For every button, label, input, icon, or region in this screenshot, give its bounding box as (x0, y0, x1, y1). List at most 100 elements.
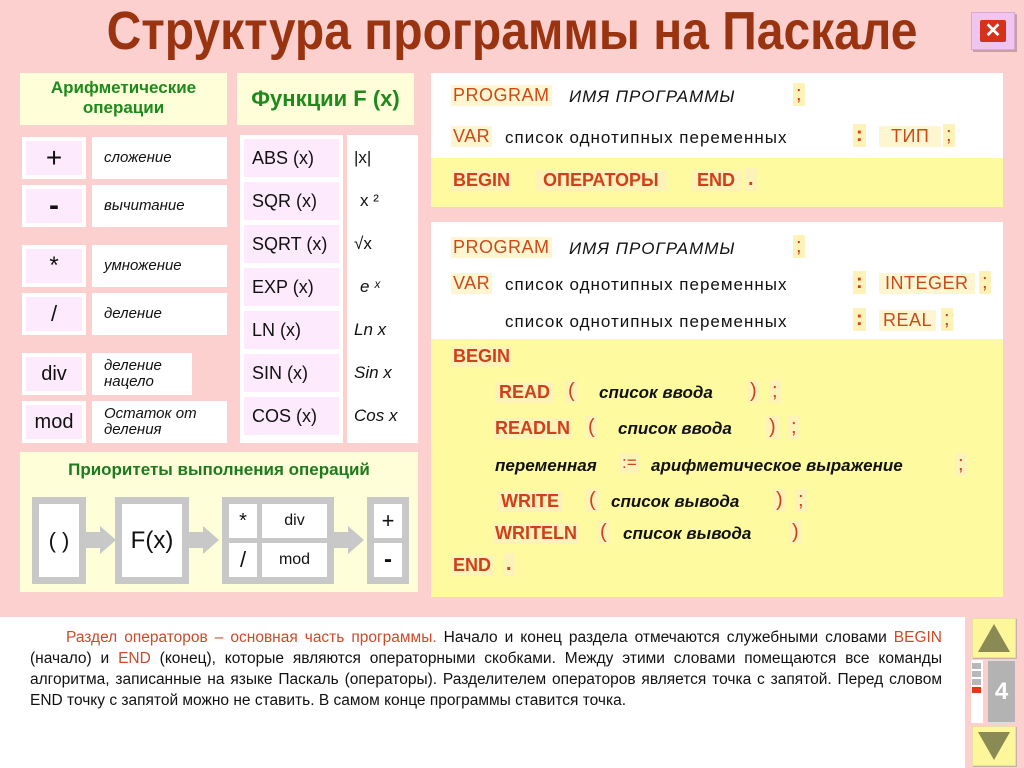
rparen: ) (773, 489, 786, 512)
rparen: ) (766, 416, 779, 439)
op-symbol: + (26, 141, 82, 175)
rparen: ) (747, 380, 760, 403)
op-description: деление (92, 293, 227, 335)
kw-write: WRITE (497, 491, 563, 512)
program-structure-example: PROGRAM ИМЯ ПРОГРАММЫ ; VAR список однот… (431, 222, 1003, 597)
semicolon: ; (793, 83, 805, 106)
prev-slide-button[interactable] (972, 618, 1016, 658)
arrow-down-icon (978, 732, 1010, 760)
dot: . (745, 168, 757, 191)
next-slide-button[interactable] (972, 726, 1016, 766)
priority-box: + - (367, 497, 409, 584)
explanation-part: (конец), которые являются операторными с… (30, 650, 942, 709)
explanation-text: Раздел операторов – основная часть прогр… (30, 627, 942, 711)
function-row: SQRT (x) √x (240, 225, 418, 265)
output-list: список вывода (623, 524, 752, 543)
op-description: умножение (92, 245, 227, 287)
function-math: √x (354, 234, 372, 253)
explanation-part: Начало и конец раздела отмечаются служеб… (436, 629, 894, 646)
arrow-up-icon (978, 624, 1010, 652)
slide-progress-indicator (971, 660, 983, 723)
function-row: SQR (x) x ² (240, 182, 418, 222)
dot: . (503, 553, 515, 576)
variable: переменная (495, 456, 597, 475)
explanation-intro: Раздел операторов – основная часть прогр… (66, 629, 437, 646)
function-row: ABS (x) |x| (240, 139, 418, 179)
kw-var: VAR (451, 273, 493, 294)
var-list: список однотипных переменных (505, 312, 788, 331)
semicolon: ; (793, 235, 805, 258)
function-math: Cos x (354, 406, 398, 425)
close-button[interactable]: ✕ (971, 12, 1015, 50)
semicolon: ; (979, 271, 991, 294)
priority-mod: mod (262, 543, 327, 577)
arrow-icon (203, 526, 219, 554)
priority-panel: Приоритеты выполнения операций ( ) F(x) … (20, 452, 418, 592)
semicolon: ; (795, 489, 807, 512)
colon: : (853, 124, 866, 147)
priority-box: ( ) (32, 497, 86, 584)
expression: арифметическое выражение (651, 456, 903, 475)
functions-header: Функции F (x) (237, 73, 414, 125)
op-symbol: mod (26, 405, 82, 439)
kw-begin: BEGIN (451, 170, 513, 191)
priority-plus: + (374, 504, 402, 538)
type: ТИП (879, 126, 942, 147)
op-description: сложение (92, 137, 227, 179)
kw-writeln: WRITELN (493, 523, 579, 544)
var-list: список однотипных переменных (505, 275, 788, 294)
function-row: EXP (x) e ˣ (240, 268, 418, 308)
op-symbol: - (26, 189, 82, 223)
op-symbol: div (26, 357, 82, 391)
program-name: ИМЯ ПРОГРАММЫ (569, 87, 736, 106)
functions-table: ABS (x) |x| SQR (x) x ² SQRT (x) √x EXP … (240, 135, 418, 443)
function-math: Sin x (354, 363, 392, 382)
semicolon: ; (955, 453, 967, 476)
page-title: Структура программы на Паскале (106, 1, 918, 62)
function-name: SIN (x) (244, 354, 339, 392)
kw-program: PROGRAM (451, 85, 552, 106)
lparen: ( (565, 380, 578, 403)
function-math: e ˣ (360, 277, 380, 296)
op-description: Остаток от деления (92, 401, 227, 443)
arrow-icon (100, 526, 116, 554)
kw-end: END (451, 555, 494, 576)
op-symbol: / (26, 297, 82, 331)
explanation-part: (начало) и (30, 650, 119, 667)
priority-minus: - (374, 543, 402, 577)
function-name: SQRT (x) (244, 225, 339, 263)
kw-end: END (691, 170, 742, 191)
semicolon: ; (788, 416, 800, 439)
priority-box: * div / mod (222, 497, 334, 584)
function-math: |x| (354, 148, 372, 167)
priority-function: F(x) (122, 504, 182, 577)
lparen: ( (597, 521, 610, 544)
priority-multiply: * (229, 504, 257, 538)
priority-box: F(x) (115, 497, 189, 584)
program-name: ИМЯ ПРОГРАММЫ (569, 239, 736, 258)
output-list: список вывода (611, 492, 740, 511)
function-row: COS (x) Cos x (240, 397, 418, 437)
arith-op-row: mod Остаток от деления (22, 401, 227, 443)
function-name: COS (x) (244, 397, 339, 435)
colon: : (853, 308, 866, 331)
op-symbol: * (26, 249, 82, 283)
explanation-panel: Раздел операторов – основная часть прогр… (0, 617, 965, 768)
semicolon: ; (941, 308, 953, 331)
function-math: x ² (360, 191, 379, 210)
explanation-begin: BEGIN (893, 629, 942, 646)
colon: : (853, 271, 866, 294)
input-list: список ввода (599, 383, 713, 402)
arith-op-row: div деление нацело (22, 353, 227, 395)
function-name: EXP (x) (244, 268, 339, 306)
function-row: SIN (x) Sin x (240, 354, 418, 394)
rparen: ) (789, 521, 802, 544)
arith-op-row: / деление (22, 293, 227, 335)
kw-var: VAR (451, 126, 493, 147)
semicolon: ; (769, 380, 781, 403)
kw-begin: BEGIN (451, 346, 513, 367)
input-list: список ввода (618, 419, 732, 438)
arith-op-row: - вычитание (22, 185, 227, 227)
program-structure-general: PROGRAM ИМЯ ПРОГРАММЫ ; VAR список однот… (431, 73, 1003, 207)
priority-title: Приоритеты выполнения операций (68, 460, 370, 479)
